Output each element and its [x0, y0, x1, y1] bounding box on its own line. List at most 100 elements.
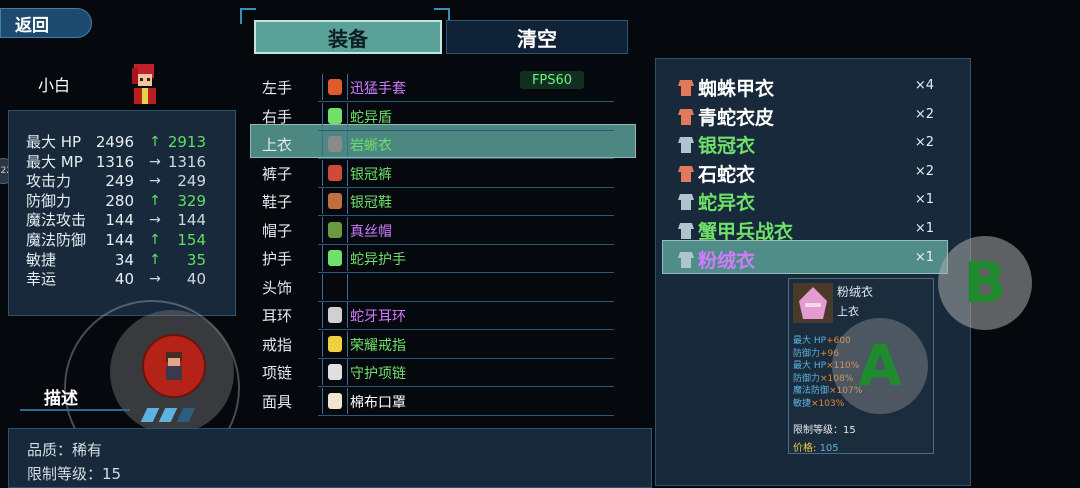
- equipment-slot[interactable]: 帽子 真丝帽: [256, 216, 616, 243]
- slot-divider: [318, 414, 614, 416]
- stat-current: 249: [105, 172, 134, 191]
- fps-counter: FPS60: [520, 71, 584, 89]
- arrow-up-icon: ↑: [149, 192, 161, 209]
- description-indicator: [140, 408, 204, 422]
- tooltip-price-label: 价格:: [793, 443, 817, 454]
- equipment-slot[interactable]: 裤子 银冠裤: [256, 159, 616, 186]
- equipment-slot[interactable]: 右手 蛇异盾: [256, 102, 616, 129]
- stat-new: 1316: [167, 152, 206, 171]
- stat-label: 幸运: [26, 270, 57, 289]
- arrow-up-icon: ↑: [149, 251, 161, 268]
- back-button[interactable]: 返回: [0, 8, 92, 38]
- equipped-item-icon: [322, 74, 348, 100]
- equipped-item-icon: [322, 302, 348, 328]
- stat-new: 329: [177, 191, 206, 210]
- equipped-item-name: 棉布口罩: [350, 394, 406, 411]
- tooltip-stat-label: 防御力: [793, 348, 821, 359]
- stat-label: 最大 HP: [26, 133, 82, 151]
- inventory-item[interactable]: 蛇异衣 ×1: [676, 188, 956, 214]
- tooltip-item-name: 粉绒衣: [837, 285, 874, 299]
- equipped-item-name: 蛇异盾: [350, 109, 392, 126]
- item-level-limit: 限制等级：15: [27, 465, 122, 483]
- inventory-item-qty: ×2: [914, 135, 934, 151]
- equipment-slot[interactable]: 耳环 蛇牙耳环: [256, 302, 616, 328]
- slot-label: 右手: [262, 107, 293, 126]
- armor-icon: [678, 223, 694, 239]
- equipped-item-name: 蛇牙耳环: [350, 309, 406, 325]
- inventory-item-name: 石蛇衣: [698, 163, 756, 186]
- slot-label: 戒指: [262, 335, 293, 354]
- equipped-item-name: 荣耀戒指: [350, 337, 406, 354]
- tooltip-stat-label: 敏捷: [793, 399, 812, 409]
- equipment-slot[interactable]: 项链 守护项链: [256, 359, 616, 385]
- stat-current: 2496: [95, 133, 134, 151]
- stat-current: 144: [105, 211, 134, 230]
- slot-label: 裤子: [262, 164, 293, 183]
- tooltip-item-type: 上衣: [837, 305, 859, 318]
- tooltip-stat-label: 魔法防御: [793, 386, 830, 397]
- stat-label: 最大 MP: [26, 152, 83, 171]
- joystick-knob[interactable]: [142, 334, 206, 398]
- equipped-item-name: 蛇异护手: [350, 252, 406, 268]
- stat-label: 攻击力: [26, 172, 72, 191]
- inventory-item[interactable]: 银冠衣 ×2: [676, 131, 956, 157]
- inventory-item[interactable]: 蟹甲兵战衣 ×1: [676, 217, 956, 243]
- slot-label: 帽子: [262, 221, 293, 240]
- arrow-up-icon: ↑: [149, 232, 161, 248]
- armor-icon: [678, 251, 694, 268]
- tooltip-stat: 敏捷×103%: [793, 396, 844, 409]
- slot-label: 左手: [262, 79, 293, 97]
- description-tab-underline: [20, 409, 130, 411]
- shirt-icon: [678, 108, 694, 125]
- tab-clear[interactable]: 清空: [446, 20, 628, 54]
- slot-label: 项链: [262, 364, 293, 382]
- equipped-item-icon: [322, 102, 348, 129]
- tab-equip[interactable]: 装备: [254, 20, 442, 54]
- inventory-item-qty: ×1: [914, 221, 934, 236]
- slot-label: 耳环: [262, 307, 293, 325]
- equipped-item-icon: [322, 131, 348, 157]
- stat-new: 249: [177, 172, 206, 191]
- equipment-slot[interactable]: 上衣 岩蜥衣: [256, 131, 616, 157]
- stat-current: 280: [105, 191, 134, 210]
- equipment-slot[interactable]: 头饰: [256, 273, 616, 300]
- stat-current: 34: [114, 250, 134, 269]
- b-button[interactable]: B: [938, 236, 1032, 330]
- inventory-item[interactable]: 蜘蛛甲衣 ×4: [676, 74, 956, 100]
- stat-current: 144: [105, 231, 134, 249]
- pink-robe-icon: [793, 283, 833, 323]
- arrow-right-icon: →: [149, 173, 161, 190]
- equipped-item-name: 真丝帽: [350, 223, 392, 240]
- inventory-item-name: 银冠衣: [698, 135, 756, 158]
- stat-label: 防御力: [26, 191, 72, 210]
- character-name: 小白: [38, 76, 71, 95]
- equipment-slot[interactable]: 面具 棉布口罩: [256, 387, 616, 414]
- inventory-item[interactable]: 石蛇衣 ×2: [676, 160, 956, 186]
- tooltip-price: 价格: 105: [793, 439, 839, 454]
- equipment-slot[interactable]: 鞋子 银冠鞋: [256, 188, 616, 214]
- inventory-item[interactable]: 粉绒衣 ×1: [676, 246, 956, 272]
- inventory-item-name: 蜘蛛甲衣: [698, 78, 775, 100]
- equipment-slot[interactable]: 护手 蛇异护手: [256, 245, 616, 271]
- empty-slot-icon: [322, 273, 348, 300]
- description-tab[interactable]: 描述: [44, 384, 78, 409]
- a-button[interactable]: A: [832, 318, 928, 414]
- stat-row: 最大 MP 1316 → 1316: [26, 153, 226, 172]
- stat-new: 2913: [167, 133, 206, 151]
- inventory-item-name: 粉绒衣: [698, 249, 756, 272]
- stat-new: 144: [177, 211, 206, 230]
- equipped-item-icon: [322, 159, 348, 186]
- stat-row: 魔法攻击 144 → 144: [26, 211, 226, 230]
- back-label: 返回: [15, 15, 49, 36]
- inventory-item[interactable]: 青蛇衣皮 ×2: [676, 103, 956, 129]
- inventory-item-qty: ×2: [914, 163, 934, 179]
- stat-row: 防御力 280 ↑ 329: [26, 192, 226, 211]
- equipped-item-icon: [322, 330, 348, 357]
- slot-label: 护手: [262, 250, 293, 268]
- arrow-right-icon: →: [149, 271, 161, 288]
- item-quality: 品质：稀有: [27, 441, 103, 459]
- stat-row: 攻击力 249 → 249: [26, 172, 226, 191]
- slot-label: 鞋子: [262, 193, 293, 211]
- equipped-item-icon: [322, 387, 348, 414]
- equipment-slot[interactable]: 戒指 荣耀戒指: [256, 330, 616, 357]
